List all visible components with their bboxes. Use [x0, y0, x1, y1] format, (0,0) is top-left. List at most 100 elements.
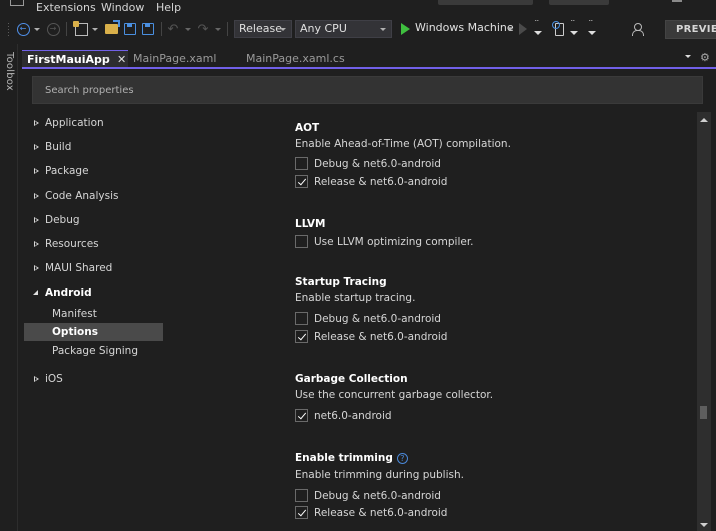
back-button[interactable]: ←	[16, 21, 30, 37]
start-without-debugging-button[interactable]	[518, 21, 528, 37]
step-icon	[587, 18, 597, 36]
chevron-down-icon	[280, 28, 286, 31]
step-icon	[569, 18, 579, 36]
live-share-button[interactable]	[631, 21, 645, 37]
back-arrow-icon: ←	[16, 22, 30, 36]
platform-dropdown[interactable]: Any CPU	[295, 20, 392, 38]
undo-icon: ↶	[167, 21, 179, 37]
redo-button[interactable]: ↷	[197, 21, 209, 37]
standard-toolbar: ← → ↶ ↷ Release Any CPU Windows Machine	[0, 17, 716, 41]
garbage-collection-description: Use the concurrent garbage collector.	[295, 389, 494, 401]
checkbox-label: Use LLVM optimizing compiler.	[314, 236, 474, 248]
chevron-down-icon	[380, 28, 386, 31]
checkbox[interactable]	[295, 489, 308, 502]
checkbox-label: net6.0-android	[314, 410, 392, 422]
save-icon	[124, 23, 136, 35]
checkbox-checked[interactable]	[295, 330, 308, 343]
chevron-down-icon	[507, 27, 513, 31]
toolbox-tab[interactable]: Toolbox	[4, 52, 15, 91]
step-tool-3[interactable]	[587, 18, 597, 37]
nav-label: iOS	[45, 373, 63, 385]
expand-triangle-icon	[34, 376, 39, 382]
tab-firstmauiapp[interactable]: FirstMauiApp ⊸ ✕	[22, 50, 128, 67]
forward-arrow-icon: →	[46, 22, 60, 36]
run-target-dropdown[interactable]	[506, 21, 514, 37]
scroll-up-arrow-icon[interactable]	[700, 118, 708, 122]
tab-mainpage-xaml[interactable]: MainPage.xaml	[128, 50, 238, 67]
help-icon[interactable]: ?	[396, 453, 408, 464]
redo-dropdown[interactable]	[214, 21, 222, 37]
llvm-title: LLVM	[295, 218, 326, 230]
checkbox-checked[interactable]	[295, 175, 308, 188]
configuration-dropdown[interactable]: Release	[234, 20, 292, 38]
new-project-icon	[72, 20, 88, 36]
nav-subitem-options[interactable]: Options	[24, 323, 163, 341]
close-icon[interactable]: ✕	[117, 51, 126, 68]
gear-icon[interactable]: ⚙	[700, 51, 710, 64]
undo-dropdown[interactable]	[184, 21, 192, 37]
new-project-button[interactable]	[72, 20, 89, 37]
expand-triangle-icon	[34, 120, 39, 126]
expand-triangle-icon	[34, 265, 39, 271]
save-button[interactable]	[123, 21, 137, 37]
scroll-down-arrow-icon[interactable]	[700, 523, 708, 527]
checkbox-label: Release & net6.0-android	[314, 331, 448, 343]
device-icon	[551, 20, 564, 36]
nav-label: Resources	[45, 238, 99, 250]
trimming-description: Enable trimming during publish.	[295, 469, 464, 481]
back-dropdown[interactable]	[33, 21, 41, 37]
checkbox-label: Debug & net6.0-android	[314, 313, 441, 325]
checkbox-label: Debug & net6.0-android	[314, 490, 441, 502]
checkbox[interactable]	[295, 157, 308, 170]
toolbar-separator	[66, 22, 67, 36]
search-properties-box[interactable]	[32, 76, 703, 104]
expand-triangle-icon	[34, 241, 39, 247]
configuration-value: Release	[239, 22, 282, 35]
undo-button[interactable]: ↶	[167, 21, 179, 37]
search-box-partial[interactable]	[438, 0, 533, 5]
search-input[interactable]	[33, 77, 702, 103]
menu-window[interactable]: Window	[101, 1, 144, 14]
collapse-triangle-icon	[33, 290, 38, 295]
new-project-dropdown[interactable]	[91, 21, 99, 37]
run-target-label[interactable]: Windows Machine	[415, 21, 514, 34]
device-button[interactable]	[551, 20, 565, 37]
step-icon	[533, 18, 543, 36]
save-all-icon	[142, 23, 154, 35]
save-all-button[interactable]	[141, 21, 155, 37]
step-tool-2[interactable]	[569, 18, 579, 37]
nav-label: MAUI Shared	[45, 262, 113, 274]
nav-label: Build	[45, 141, 72, 153]
menu-help[interactable]: Help	[156, 1, 181, 14]
chevron-down-icon	[185, 27, 191, 31]
account-box-partial[interactable]	[549, 0, 609, 5]
open-file-button[interactable]	[103, 21, 119, 37]
expand-triangle-icon	[34, 168, 39, 174]
preview-button[interactable]: PREVIEW	[665, 20, 716, 39]
toolbox-panel-strip: Toolbox	[0, 44, 18, 531]
aot-description: Enable Ahead-of-Time (AOT) compilation.	[295, 138, 511, 150]
vertical-scrollbar[interactable]	[697, 112, 711, 531]
pin-icon[interactable]: ⊸	[102, 51, 110, 68]
minimize-icon[interactable]	[672, 0, 682, 2]
nav-subitem-package-signing[interactable]: Package Signing	[24, 342, 163, 360]
toolbar-separator	[161, 22, 162, 36]
start-debugging-button[interactable]	[399, 21, 411, 37]
redo-icon: ↷	[197, 21, 209, 37]
nav-subitem-manifest[interactable]: Manifest	[24, 305, 163, 323]
checkbox[interactable]	[295, 312, 308, 325]
checkbox[interactable]	[295, 235, 308, 248]
toolbar-grip[interactable]	[7, 22, 10, 36]
scrollbar-thumb[interactable]	[700, 406, 707, 419]
expand-triangle-icon	[34, 144, 39, 150]
chevron-down-icon	[215, 27, 221, 31]
chevron-down-icon	[34, 27, 40, 31]
tab-list-dropdown-icon[interactable]	[685, 55, 691, 58]
menu-extensions[interactable]: Extensions	[36, 1, 96, 14]
checkbox-checked[interactable]	[295, 409, 308, 422]
step-tool-1[interactable]	[533, 18, 543, 37]
tab-mainpage-xaml-cs[interactable]: MainPage.xaml.cs	[241, 50, 371, 67]
checkbox-checked[interactable]	[295, 506, 308, 519]
forward-button[interactable]: →	[46, 21, 60, 37]
tab-label: MainPage.xaml	[133, 52, 217, 65]
